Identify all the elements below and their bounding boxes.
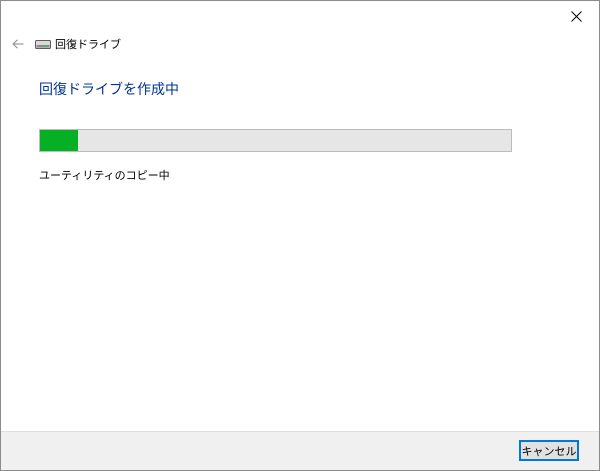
footer-bar: キャンセル — [1, 431, 599, 470]
cancel-button[interactable]: キャンセル — [519, 440, 579, 461]
wizard-header: 回復ドライブ — [9, 35, 121, 53]
arrow-left-icon — [12, 39, 24, 49]
close-button[interactable] — [554, 2, 598, 30]
page-title: 回復ドライブを作成中 — [39, 82, 179, 98]
status-text: ユーティリティのコピー中 — [39, 169, 170, 182]
close-icon — [570, 10, 582, 22]
progress-bar — [39, 129, 512, 152]
header-title: 回復ドライブ — [55, 38, 121, 51]
progress-bar-fill — [40, 130, 78, 151]
recovery-drive-window: 回復ドライブ 回復ドライブを作成中 ユーティリティのコピー中 キャンセル — [0, 0, 600, 471]
drive-icon — [35, 38, 51, 50]
back-button[interactable] — [9, 35, 27, 53]
